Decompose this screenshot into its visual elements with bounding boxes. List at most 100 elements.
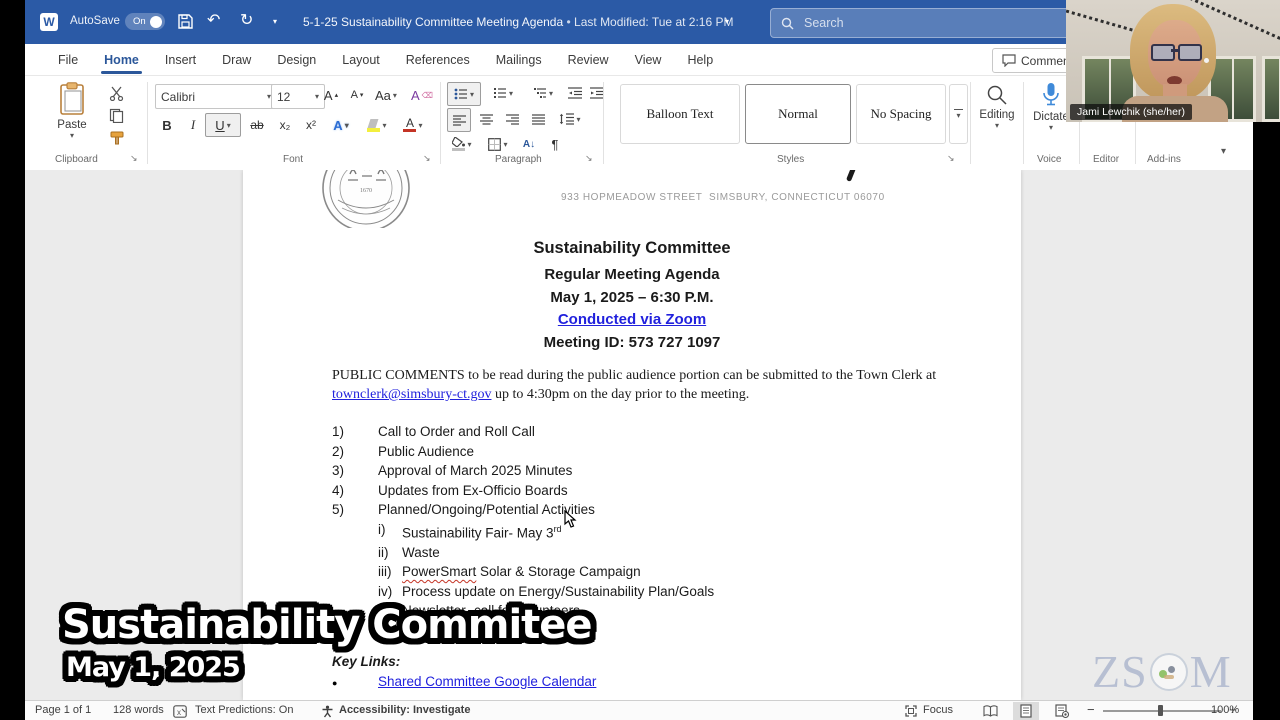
numbering-button[interactable]: ▾ — [487, 82, 519, 104]
shrink-font-button[interactable]: A▾ — [347, 84, 367, 106]
participant-video-tile[interactable]: Jami Lewchik (she/her) — [1066, 0, 1280, 122]
font-group-label: Font — [283, 154, 303, 165]
word-icon: W — [40, 13, 58, 31]
style-no-spacing[interactable]: No Spacing — [856, 84, 946, 144]
search-input[interactable] — [802, 15, 1073, 31]
paste-dropdown-icon[interactable]: ▾ — [70, 131, 74, 140]
clear-formatting-button[interactable]: A⌫ — [411, 84, 433, 106]
list-item: iv)Process update on Energy/Sustainabili… — [378, 582, 972, 602]
align-center-button[interactable] — [475, 108, 497, 130]
tab-view[interactable]: View — [622, 46, 675, 74]
underline-button[interactable]: U▾ — [205, 113, 241, 137]
copy-icon[interactable] — [109, 108, 124, 123]
tab-file[interactable]: File — [45, 46, 91, 74]
search-icon — [781, 17, 794, 30]
paragraph-mark-button[interactable]: ¶ — [545, 133, 565, 155]
text-predictions-status[interactable]: Text Predictions: On — [195, 704, 293, 716]
tab-references[interactable]: References — [393, 46, 483, 74]
editing-button[interactable]: Editing ▾ — [975, 84, 1019, 130]
paragraph-dialog-launcher-icon[interactable]: ↘ — [585, 153, 593, 164]
bullet-glyph: ● — [332, 674, 378, 693]
styles-gallery-more-icon[interactable]: ▾ — [949, 84, 968, 144]
page-count[interactable]: Page 1 of 1 — [35, 704, 91, 716]
align-left-button[interactable] — [447, 108, 471, 132]
style-normal[interactable]: Normal — [745, 84, 851, 144]
word-count[interactable]: 128 words — [113, 704, 164, 716]
window-behind — [1262, 56, 1280, 122]
zoom-out-button[interactable]: − — [1087, 702, 1095, 717]
style-balloon-text[interactable]: Balloon Text — [620, 84, 740, 144]
print-layout-icon[interactable] — [1013, 702, 1039, 720]
glasses-right-lens — [1178, 44, 1202, 61]
cut-icon[interactable] — [109, 86, 124, 101]
save-icon[interactable] — [177, 13, 194, 30]
tab-design[interactable]: Design — [264, 46, 329, 74]
tab-home[interactable]: Home — [91, 46, 152, 74]
increase-indent-button[interactable] — [587, 82, 607, 104]
grow-font-button[interactable]: A▴ — [321, 84, 341, 106]
zoom-watermark: ZS M — [1092, 645, 1232, 698]
tab-help[interactable]: Help — [674, 46, 726, 74]
borders-button[interactable]: ▾ — [483, 133, 513, 155]
autosave-state: On — [133, 16, 146, 27]
agenda-list: 1)Call to Order and Roll Call 2)Public A… — [332, 422, 972, 621]
tab-review[interactable]: Review — [555, 46, 622, 74]
town-clerk-email-link[interactable]: townclerk@simsbury-ct.gov — [332, 387, 491, 402]
undo-icon[interactable]: ↶ — [207, 10, 220, 30]
line-spacing-button[interactable]: ▾ — [555, 108, 585, 130]
web-layout-icon[interactable] — [1049, 702, 1075, 720]
redo-icon[interactable]: ↻ — [240, 10, 253, 30]
font-size-select[interactable]: 12▾ — [271, 84, 325, 109]
list-item: ii)Waste — [378, 543, 972, 563]
read-mode-icon[interactable] — [977, 702, 1003, 720]
focus-icon — [905, 705, 917, 717]
tab-mailings[interactable]: Mailings — [483, 46, 555, 74]
accessibility-status[interactable]: Accessibility: Investigate — [339, 704, 470, 716]
styles-dialog-launcher-icon[interactable]: ↘ — [947, 153, 955, 164]
bullets-button[interactable]: ▾ — [447, 82, 481, 106]
list-item: 1)Call to Order and Roll Call — [332, 422, 972, 442]
list-item: 3)Approval of March 2025 Minutes — [332, 461, 972, 481]
list-item: 2)Public Audience — [332, 442, 972, 462]
subscript-button[interactable]: x₂ — [275, 114, 295, 136]
sort-button[interactable]: A↓ — [519, 133, 539, 155]
text-predictions-icon[interactable]: x — [173, 705, 187, 718]
collapse-ribbon-icon[interactable]: ▾ — [1221, 146, 1226, 157]
multilevel-list-button[interactable]: ▾ — [527, 82, 559, 104]
qat-more-icon[interactable]: ▾ — [273, 17, 277, 26]
logo-stroke — [846, 170, 861, 182]
align-right-button[interactable] — [501, 108, 523, 130]
clipboard-dialog-launcher-icon[interactable]: ↘ — [130, 153, 138, 164]
zoom-percent[interactable]: 100% — [1211, 704, 1239, 716]
font-color-button[interactable]: A ▾ — [403, 114, 423, 136]
highlight-color-button[interactable]: ▾ — [367, 114, 387, 136]
microphone-icon — [1041, 82, 1061, 108]
focus-button[interactable]: Focus — [923, 704, 953, 716]
key-link-row: ● Shared Committee Google Calendar — [332, 674, 596, 693]
tab-draw[interactable]: Draw — [209, 46, 264, 74]
paste-button[interactable]: Paste ▾ — [43, 82, 101, 140]
font-name-select[interactable]: Calibri▾ — [155, 84, 277, 109]
text-effects-button[interactable]: A▾ — [331, 114, 351, 136]
italic-button[interactable]: I — [183, 114, 203, 136]
autosave-knob — [150, 16, 162, 28]
title-chevron-icon[interactable]: ▾ — [725, 17, 729, 26]
tab-insert[interactable]: Insert — [152, 46, 209, 74]
search-box[interactable] — [770, 8, 1084, 38]
zoom-slider-thumb[interactable] — [1158, 705, 1163, 716]
change-case-button[interactable]: Aa▾ — [375, 84, 397, 106]
justify-button[interactable] — [527, 108, 549, 130]
superscript-button[interactable]: x² — [301, 114, 321, 136]
doc-meeting-id: Meeting ID: 573 727 1097 — [243, 334, 1021, 351]
conducted-via-zoom-link[interactable]: Conducted via Zoom — [558, 311, 706, 328]
font-dialog-launcher-icon[interactable]: ↘ — [423, 153, 431, 164]
bold-button[interactable]: B — [157, 114, 177, 136]
tab-layout[interactable]: Layout — [329, 46, 393, 74]
format-painter-icon[interactable] — [109, 130, 125, 145]
shared-calendar-link[interactable]: Shared Committee Google Calendar — [378, 674, 596, 693]
shading-button[interactable]: ▾ — [447, 133, 477, 155]
strikethrough-button[interactable]: ab — [247, 114, 267, 136]
svg-text:1670: 1670 — [360, 188, 372, 194]
autosave-toggle[interactable]: On — [125, 13, 165, 30]
decrease-indent-button[interactable] — [565, 82, 585, 104]
